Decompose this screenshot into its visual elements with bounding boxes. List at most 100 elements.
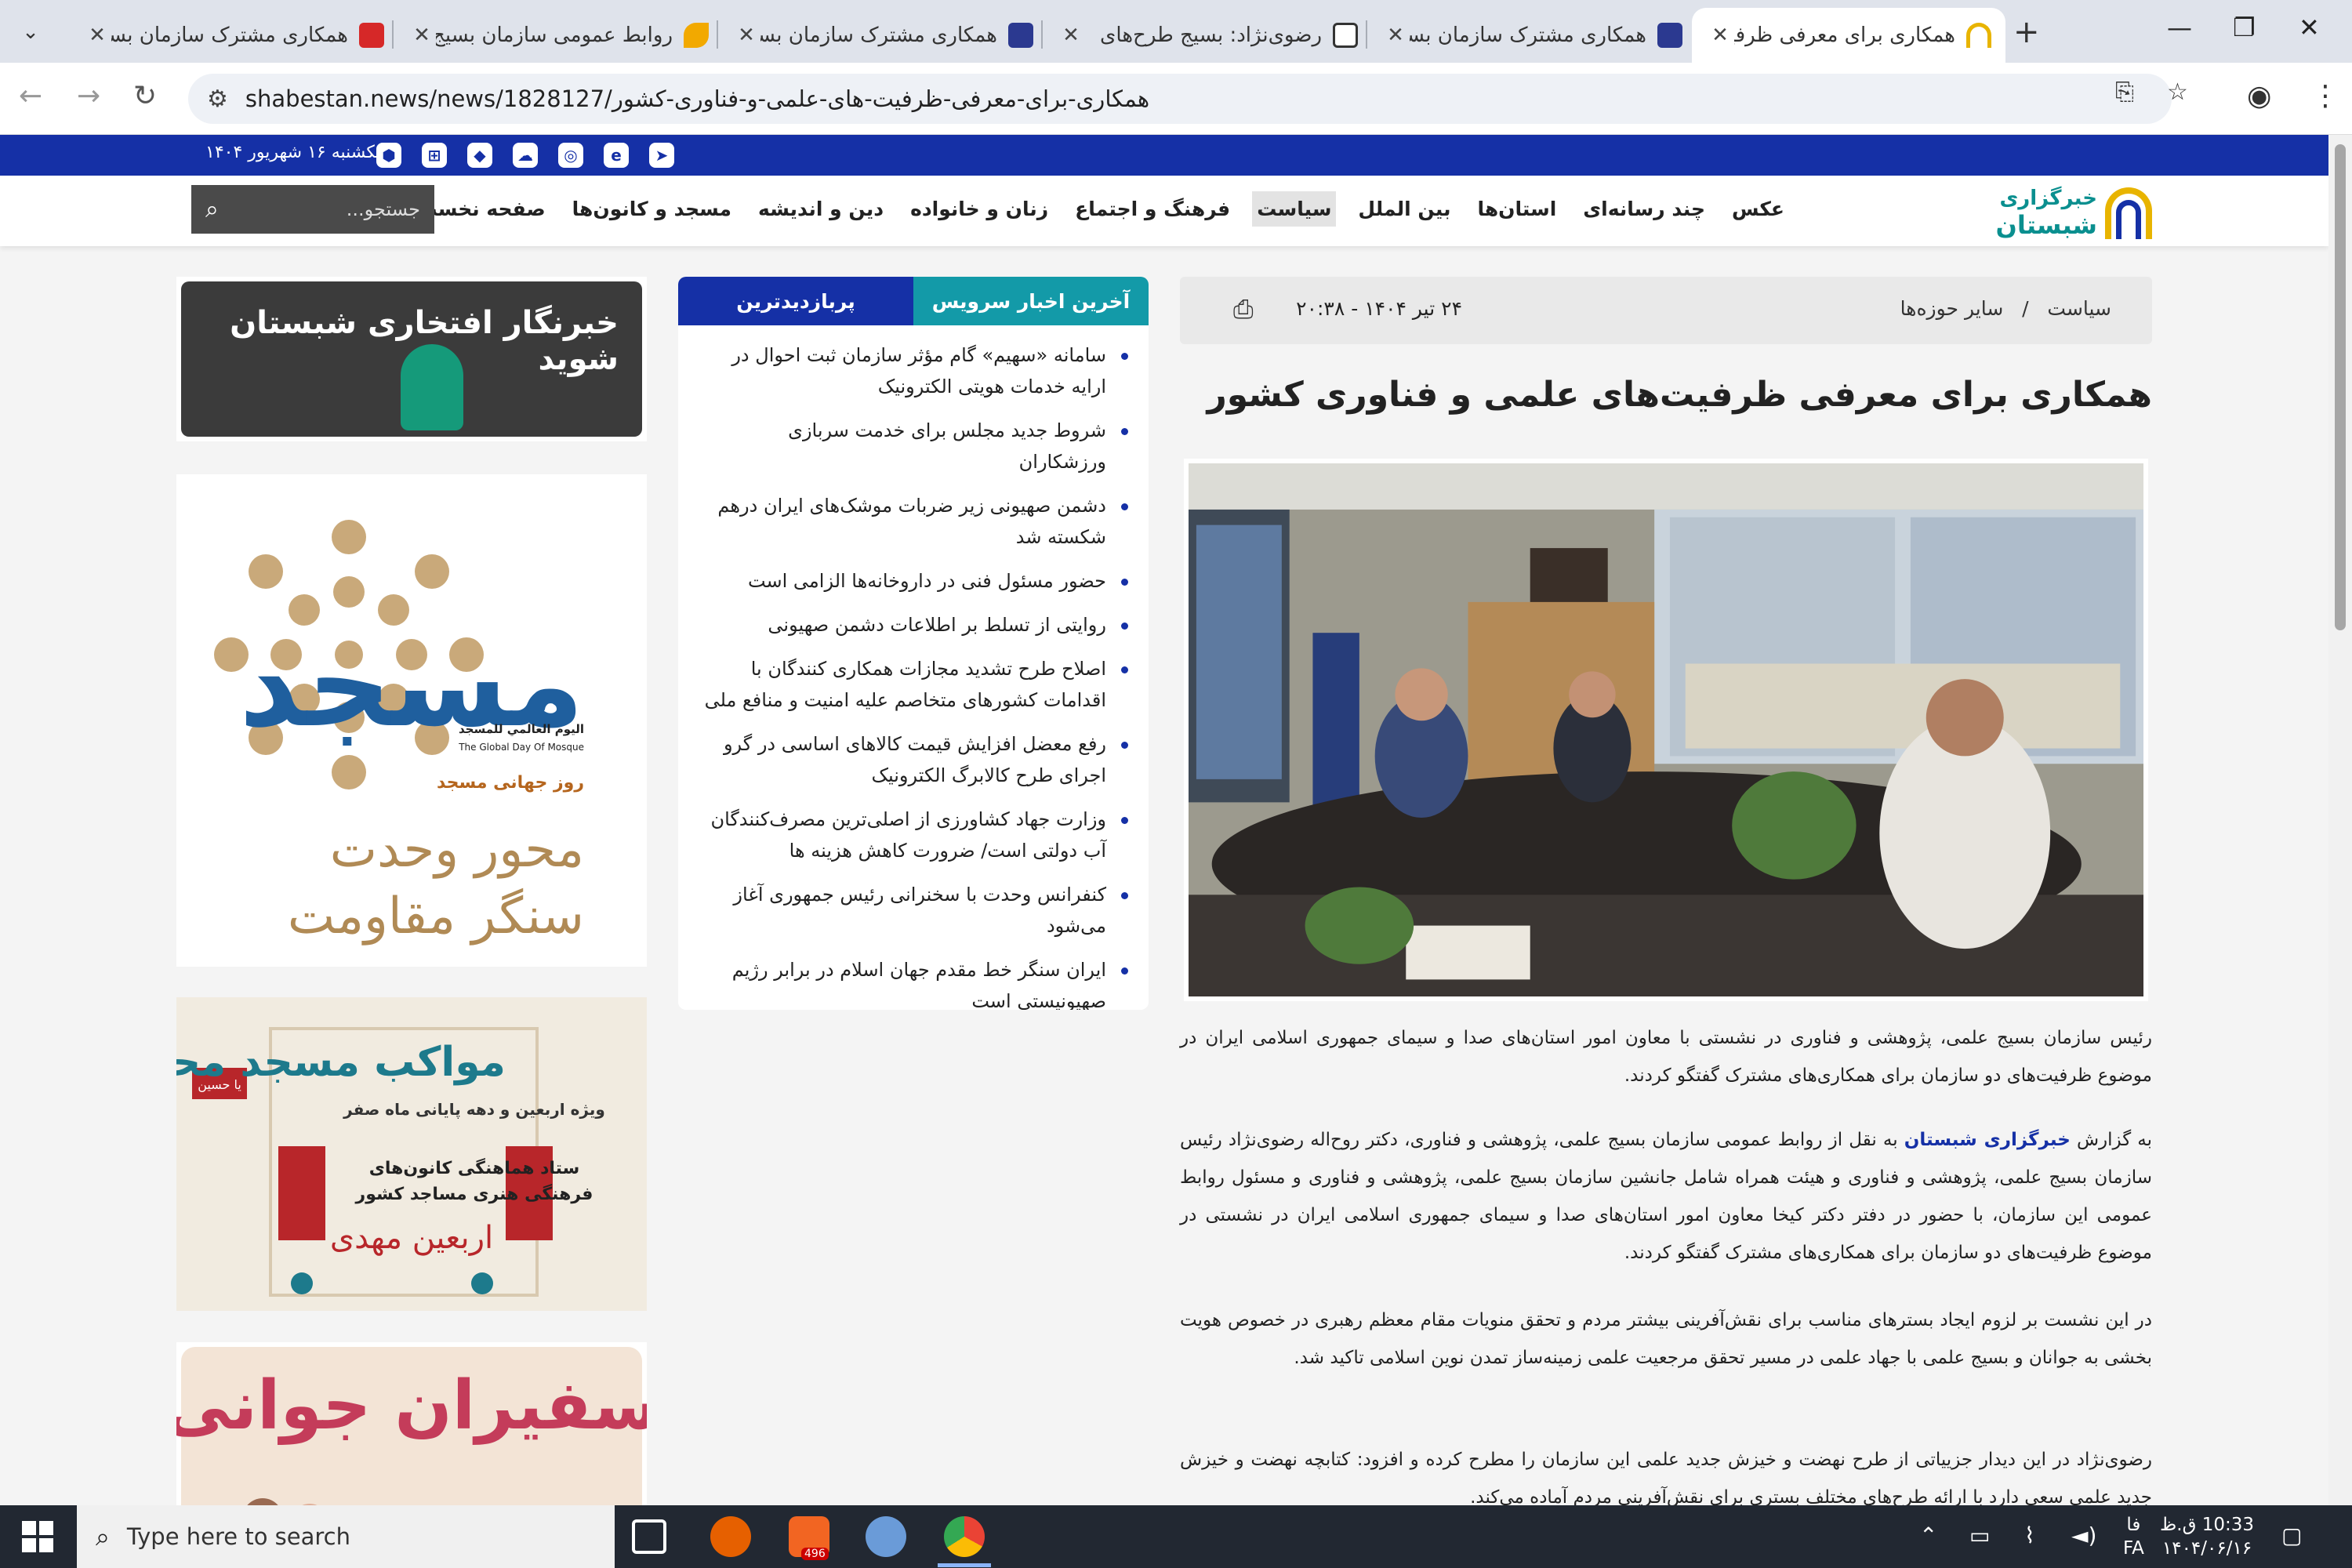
instagram-icon[interactable]: ◎ — [558, 143, 583, 168]
shield-app-icon[interactable]: ◆ — [467, 143, 492, 168]
news-item[interactable]: دشمن صهیونی زیر ضربات موشک‌های ایران دره… — [697, 490, 1128, 553]
new-tab-plus-icon[interactable]: + — [2013, 14, 2040, 50]
nav-religion[interactable]: دین و اندیشه — [753, 191, 888, 227]
telegram-icon[interactable]: ➤ — [649, 143, 674, 168]
profile-avatar-icon[interactable]: ◉ — [2247, 80, 2271, 112]
browser-tab[interactable]: ✕ روابط عمومی سازمان بسیج — [394, 8, 723, 63]
site-logo[interactable]: خبرگزاری شبستان — [1987, 182, 2152, 241]
article-timestamp: ۲۴ تیر ۱۴۰۴ - ۲۰:۳۸ — [1296, 297, 1462, 320]
browser-menu-icon[interactable]: ⋮ — [2311, 80, 2339, 112]
news-widget-tabs: پربازدیدترین آخرین اخبار سرویس — [678, 277, 1149, 325]
bookmark-star-icon[interactable]: ☆ — [2167, 78, 2188, 106]
restore-window-icon[interactable]: ❐ — [2233, 13, 2256, 42]
news-item[interactable]: وزارت جهاد کشاورزی از اصلی‌ترین مصرف‌کنن… — [697, 804, 1128, 866]
system-clock[interactable]: 10:33 ق.ظ ۱۴۰۴/۰۶/۱۶ — [2160, 1513, 2254, 1560]
tray-chevron-up-icon[interactable]: ⌃ — [1919, 1523, 1937, 1548]
chrome-icon[interactable] — [944, 1516, 985, 1557]
mawakib-bottom-text: اربعین مهدی — [330, 1220, 493, 1256]
nav-mosque[interactable]: مسجد و کانون‌ها — [568, 191, 736, 227]
news-item[interactable]: کنفرانس وحدت با سخنرانی رئیس جمهوری آغاز… — [697, 879, 1128, 942]
article-meta-bar: سیاست / سایر حوزه‌ها ۲۴ تیر ۱۴۰۴ - ۲۰:۳۸… — [1180, 277, 2152, 344]
mawakib-org-2: فرهنگی هنری مساجد کشور — [355, 1183, 593, 1204]
forward-arrow-icon[interactable]: → — [77, 80, 100, 112]
wifi-icon[interactable]: ⌇ — [2024, 1523, 2035, 1548]
back-arrow-icon[interactable]: ← — [19, 80, 42, 112]
browser-tab[interactable]: ✕ همکاری مشترک سازمان بسیج — [718, 8, 1047, 63]
firefox-icon[interactable] — [710, 1516, 751, 1557]
chat-app-icon[interactable]: ☁ — [513, 143, 538, 168]
mosque-day-english: The Global Day Of Mosque — [458, 742, 584, 753]
windows-start-icon[interactable] — [22, 1521, 53, 1552]
news-item[interactable]: روایتی از تسلط بر اطلاعات دشمن صهیونی — [697, 609, 1128, 641]
page-scrollbar[interactable] — [2328, 135, 2352, 1505]
nav-women-family[interactable]: زنان و خانواده — [906, 191, 1053, 227]
address-url[interactable]: shabestan.news/news/1828127/همکاری-برای-… — [245, 85, 1149, 112]
tab-latest-news[interactable]: آخرین اخبار سرویس — [913, 277, 1149, 325]
breadcrumb-section[interactable]: سیاست — [2047, 297, 2111, 320]
clock-time: 10:33 ق.ظ — [2160, 1515, 2255, 1535]
tab-title: همکاری مشترک سازمان بسیج — [1410, 24, 1646, 47]
minimize-window-icon[interactable]: — — [2167, 13, 2192, 42]
browser-tab[interactable]: ✕ رضوی‌نژاد: بسیج طرح‌های — [1043, 8, 1372, 63]
photo-app-icon[interactable] — [866, 1516, 906, 1557]
taskbar-search-input[interactable]: ⌕ Type here to search — [77, 1505, 615, 1568]
news-item[interactable]: اصلاح طرح تشدید مجازات همکاری کنندگان با… — [697, 653, 1128, 716]
search-icon[interactable]: ⌕ — [205, 196, 219, 223]
nav-politics[interactable]: سیاست — [1252, 191, 1337, 227]
tab-search-dropdown-icon[interactable]: ⌄ — [11, 13, 50, 52]
news-item[interactable]: حضور مسئول فنی در داروخانه‌ها الزامی است — [697, 565, 1128, 597]
mawakib-banner[interactable]: یا حسین مواکب مسجد محور ویژه اربعین و ده… — [176, 997, 647, 1311]
nav-provinces[interactable]: استان‌ها — [1472, 191, 1561, 227]
nav-international[interactable]: بین الملل — [1353, 191, 1455, 227]
notifications-icon[interactable]: ▢ — [2281, 1523, 2302, 1548]
nav-multimedia[interactable]: چند رسانه‌ای — [1578, 191, 1710, 227]
close-tab-icon[interactable]: ✕ — [83, 24, 111, 47]
active-app-indicator — [938, 1563, 991, 1567]
print-icon[interactable]: ⎙ — [1233, 294, 1254, 325]
translate-icon[interactable]: ⎘ — [2115, 78, 2134, 106]
mosque-slogan-2: سنگر مقاومت — [288, 887, 584, 946]
tab-most-viewed[interactable]: پربازدیدترین — [678, 277, 913, 325]
battery-icon[interactable]: ▭ — [1969, 1523, 1990, 1548]
reporter-banner[interactable]: خبرنگار افتخاری شبستان شوید — [176, 277, 647, 441]
volume-icon[interactable]: ◄) — [2071, 1523, 2096, 1548]
site-info-icon[interactable]: ⚙ — [207, 85, 228, 113]
article-title: همکاری برای معرفی ظرفیت‌های علمی و فناور… — [1207, 375, 2152, 415]
browser-tab[interactable]: ✕ همکاری مشترک سازمان بسیج — [69, 8, 398, 63]
language-indicator[interactable]: فا FA — [2123, 1513, 2144, 1560]
close-tab-icon[interactable]: ✕ — [1381, 24, 1410, 47]
breadcrumb-sub[interactable]: سایر حوزه‌ها — [1900, 297, 2004, 320]
tab-favicon-icon — [1657, 23, 1682, 48]
nav-photo[interactable]: عکس — [1727, 191, 1789, 227]
site-search-input[interactable]: جستجو... ⌕ — [191, 185, 434, 234]
close-window-icon[interactable]: ✕ — [2299, 13, 2320, 42]
nav-culture[interactable]: فرهنگ و اجتماع — [1070, 191, 1235, 227]
mosque-day-banner[interactable]: مسجد اليوم العالمي للمسجد The Global Day… — [176, 474, 647, 967]
browser-tab[interactable]: ✕ همکاری مشترک سازمان بسیج — [1367, 8, 1697, 63]
language-code: FA — [2123, 1538, 2144, 1559]
source-link[interactable]: خبرگزاری شبستان — [1904, 1130, 2071, 1150]
close-tab-icon[interactable]: ✕ — [1706, 24, 1734, 47]
news-item[interactable]: شروط جدید مجلس برای خدمت سربازی ورزشکارا… — [697, 415, 1128, 477]
address-bar[interactable]: ⚙ shabestan.news/news/1828127/همکاری-برا… — [188, 74, 2172, 124]
close-tab-icon[interactable]: ✕ — [408, 24, 436, 47]
scrollbar-thumb[interactable] — [2335, 144, 2346, 630]
close-tab-icon[interactable]: ✕ — [1057, 24, 1085, 47]
reload-icon[interactable]: ↻ — [133, 80, 157, 112]
source-prefix: به گزارش — [2076, 1130, 2153, 1150]
close-tab-icon[interactable]: ✕ — [732, 24, 760, 47]
news-item[interactable]: سامانه «سهیم» گام مؤثر سازمان ثبت احوال … — [697, 339, 1128, 402]
browser-tab-active[interactable]: ✕ همکاری برای معرفی ظرفیت — [1692, 8, 2005, 63]
news-item[interactable]: رفع معضل افزایش قیمت کالاهای اساسی در گر… — [697, 728, 1128, 791]
social-links: ⬢ ⊞ ◆ ☁ ◎ e ➤ — [376, 143, 674, 168]
rss-icon[interactable]: ⬢ — [376, 143, 401, 168]
logo-line1: خبرگزاری — [1999, 187, 2097, 210]
meeting-photo-image — [1189, 463, 2143, 996]
task-view-icon[interactable] — [632, 1519, 666, 1554]
tab-favicon-icon — [359, 23, 384, 48]
browser-toolbar: ← → ↻ ⚙ shabestan.news/news/1828127/همکا… — [0, 63, 2352, 135]
eitaa-badge: 496 — [801, 1548, 829, 1560]
app-grid-icon[interactable]: ⊞ — [422, 143, 447, 168]
news-item[interactable]: ایران سنگر خط مقدم جهان اسلام در برابر ر… — [697, 954, 1128, 1010]
eitaa-icon[interactable]: e — [604, 143, 629, 168]
